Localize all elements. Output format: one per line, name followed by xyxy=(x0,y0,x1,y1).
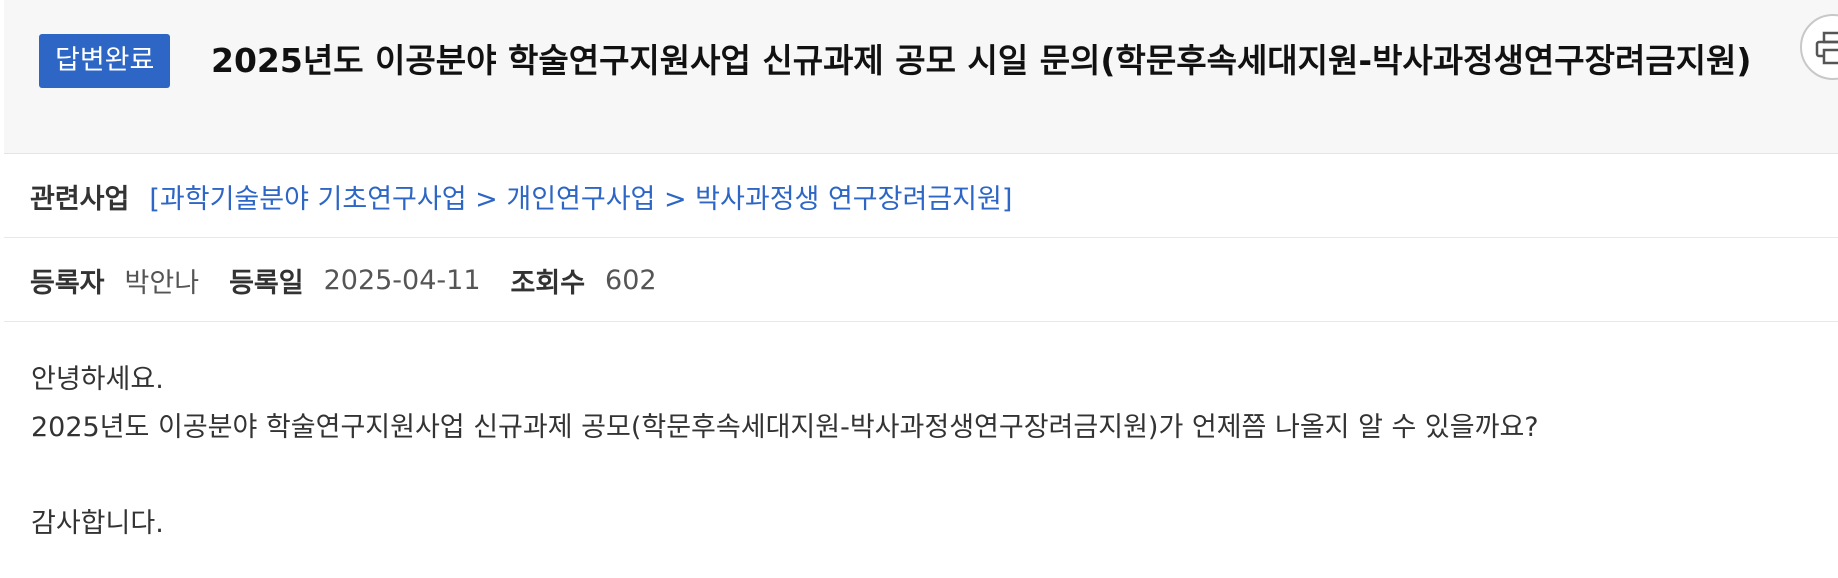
related-business-label: 관련사업 xyxy=(30,183,130,215)
qna-detail-page: 답변완료 2025년도 이공분야 학술연구지원사업 신규과제 공모 시일 문의(… xyxy=(0,0,1838,578)
author-label: 등록자 xyxy=(30,267,105,299)
page-title: 2025년도 이공분야 학술연구지원사업 신규과제 공모 시일 문의(학문후속세… xyxy=(211,41,1752,80)
views-value: 602 xyxy=(605,264,657,296)
date-label: 등록일 xyxy=(229,267,304,299)
body-line: 감사합니다. xyxy=(31,508,164,539)
date-value: 2025-04-11 xyxy=(323,264,481,296)
body-line: 2025년도 이공분야 학술연구지원사업 신규과제 공모(학문후속세대지원-박사… xyxy=(31,412,1539,443)
author-value: 박안나 xyxy=(124,267,200,299)
title-bar: 답변완료 2025년도 이공분야 학술연구지원사업 신규과제 공모 시일 문의(… xyxy=(4,0,1838,154)
related-business-row: 관련사업 [과학기술분야 기초연구사업 > 개인연구사업 > 박사과정생 연구장… xyxy=(4,154,1838,238)
post-meta-row: 등록자 박안나 등록일 2025-04-11 조회수 602 xyxy=(4,238,1838,322)
body-line: 안녕하세요. xyxy=(31,364,164,395)
status-badge: 답변완료 xyxy=(39,34,171,88)
related-business-link[interactable]: [과학기술분야 기초연구사업 > 개인연구사업 > 박사과정생 연구장려금지원] xyxy=(149,177,1012,216)
post-body: 안녕하세요. 2025년도 이공분야 학술연구지원사업 신규과제 공모(학문후속… xyxy=(31,356,1539,548)
print-icon xyxy=(1815,31,1838,65)
views-label: 조회수 xyxy=(510,267,586,299)
